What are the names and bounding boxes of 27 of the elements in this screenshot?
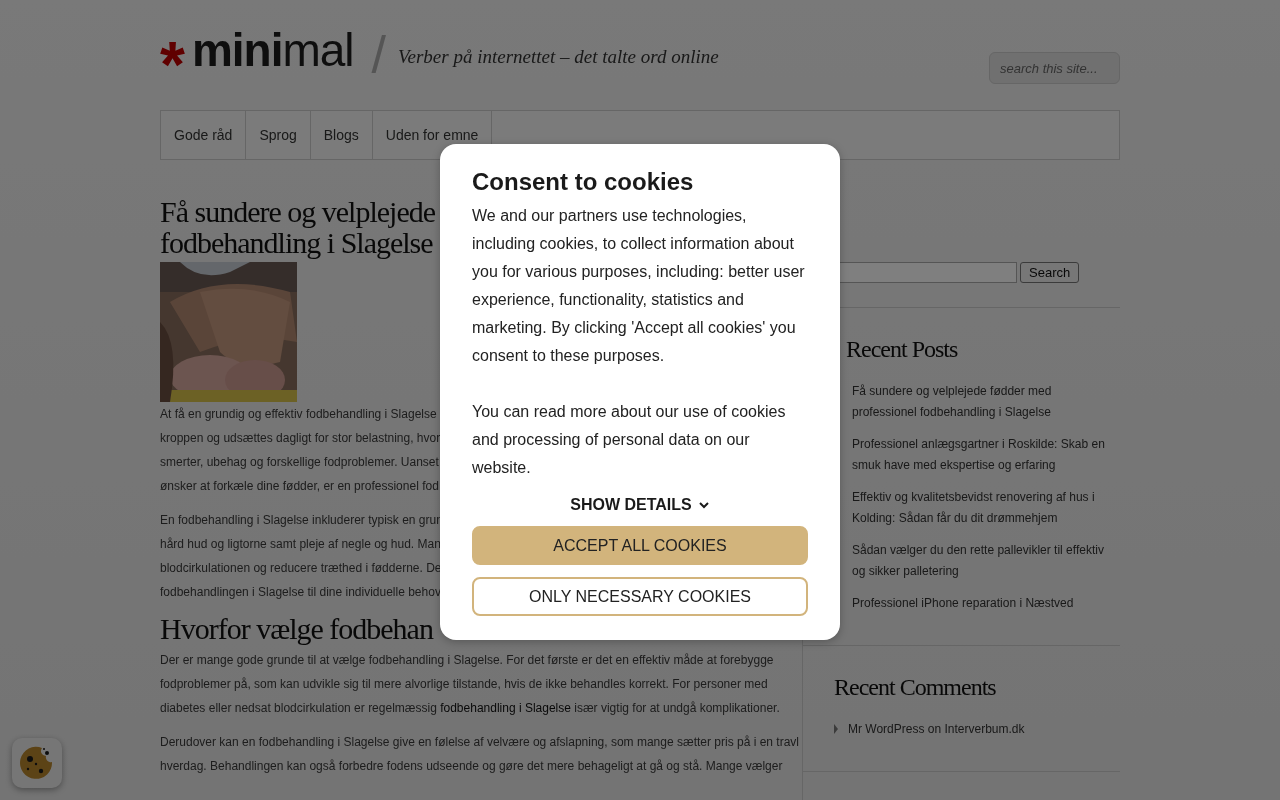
bullet-icon bbox=[834, 724, 838, 734]
search-field[interactable]: search this site... bbox=[989, 52, 1120, 84]
paragraph: At få en grundig og effektiv fodbehandling i Slagelse kroppen og udsættes dagligt for stor belastning, hvor smerter, ubehag og forskellige fodproblemer. Uanset ønsker at forkæle dine fødder, er en professionel fod bbox=[160, 406, 441, 495]
site-logo[interactable]: minimal bbox=[191, 27, 354, 73]
widget-title: Recent Comments bbox=[834, 674, 997, 701]
cookie-icon bbox=[20, 746, 54, 780]
site-tagline: Verber på internettet – det talte ord online bbox=[398, 46, 719, 68]
section-heading: Hvorfor vælge fodbehan bbox=[160, 614, 433, 644]
search-button[interactable]: Search bbox=[1020, 262, 1080, 283]
article-title: Få sundere og velplejede fodbehandling i Slagelse bbox=[160, 196, 436, 258]
nav-link[interactable]: Blogs bbox=[310, 111, 373, 159]
dialog-title: Consent to cookies bbox=[472, 168, 695, 196]
widget-title: Recent Posts bbox=[845, 336, 959, 363]
cookie-settings-button[interactable] bbox=[12, 738, 62, 788]
necessary-cookies-button[interactable]: ONLY NECESSARY COOKIES bbox=[472, 577, 808, 616]
consent-text: We and our partners use technologies, including cookies, to collect information about you for various purposes, including: better user experience, functionality, statistics and marketing. By clicking 'Accept all cookies' you consent to these purposes. bbox=[472, 206, 806, 366]
nav-link[interactable]: Gode råd bbox=[161, 111, 247, 159]
nav-link[interactable]: Sprog bbox=[246, 111, 311, 159]
chevron-down-icon bbox=[697, 499, 710, 511]
separator-slash: / bbox=[371, 25, 387, 85]
logo-asterisk: * bbox=[160, 33, 184, 97]
show-details-button[interactable]: SHOW DETAILS bbox=[570, 496, 710, 514]
comment-link[interactable]: Mr WordPress on Interverbum.dk bbox=[848, 719, 1025, 740]
accept-all-button[interactable]: ACCEPT ALL COOKIES bbox=[472, 526, 808, 565]
paragraph: Der er mange gode grunde til at vælge fodbehandling i Slagelse. For det første er det en effektiv måde at forebygge fodproblemer på, som kan udvikle sig til mere alvorlige tilstande, hvis de ikke behandles korrekt. For personer med diabetes eller nedsat blodcirkulation er regelmæssig fodbehandling i Slagelse især vigtig for at undgå komplikationer. bbox=[160, 652, 781, 717]
consent-text: You can read more about our use of cookies and processing of personal data on our website. bbox=[472, 402, 787, 478]
text-link[interactable]: fodbehandling i Slagelse bbox=[440, 701, 571, 715]
